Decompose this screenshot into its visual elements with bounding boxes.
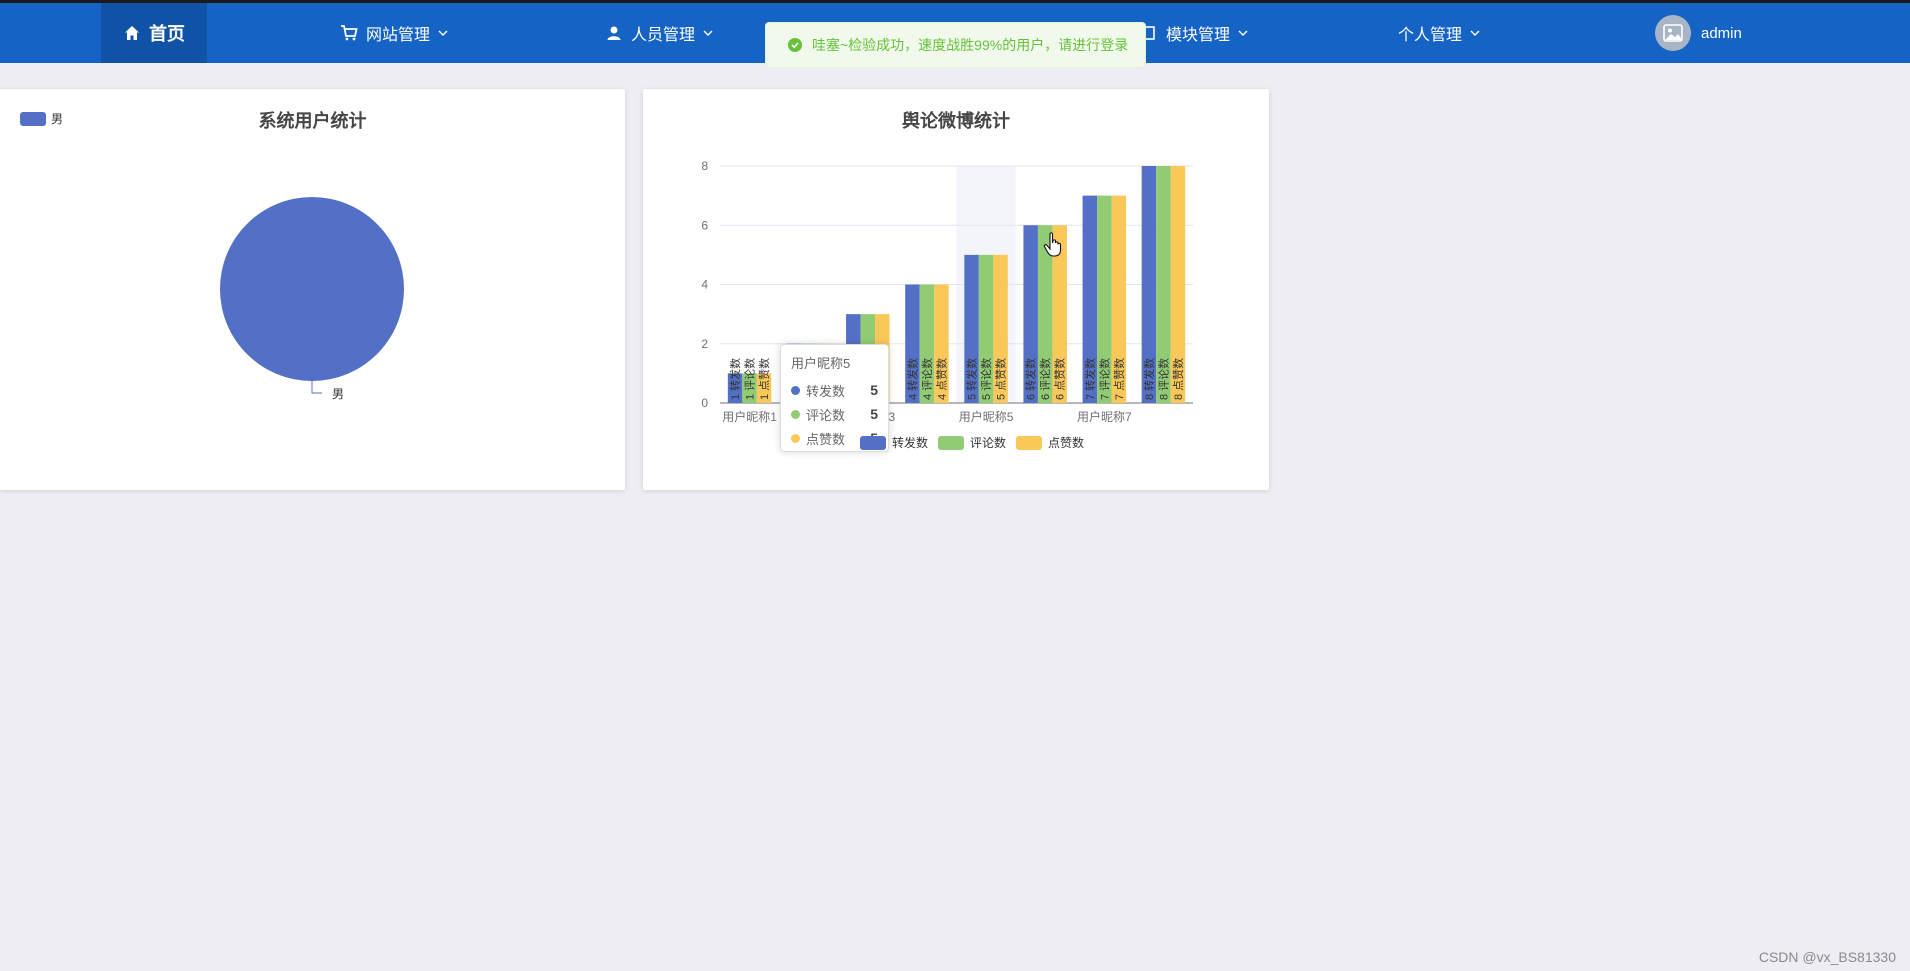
bar-data-label: 8 点赞数 (1172, 358, 1185, 400)
bar-data-label: 4 点赞数 (935, 358, 948, 400)
tooltip-row: 评论数 5 (791, 402, 878, 426)
home-icon (123, 24, 141, 42)
legend-swatch (860, 435, 886, 450)
bar-data-label: 5 点赞数 (995, 358, 1008, 400)
bar-data-label: 7 转发数 (1083, 358, 1097, 400)
series-dot (791, 409, 800, 419)
nav-home-label: 首页 (149, 24, 185, 44)
nav-staff-manage-label: 人员管理 (631, 27, 696, 44)
nav-module-manage[interactable]: 模块管理 (1140, 3, 1248, 63)
bar-data-label: 1 转发数 (728, 358, 742, 400)
nav-website-manage-label: 网站管理 (366, 27, 431, 44)
nav-module-manage-label: 模块管理 (1166, 27, 1231, 44)
legend-label: 点赞数 (1048, 436, 1085, 450)
tooltip-series-value: 5 (870, 382, 878, 398)
chevron-down-icon (438, 29, 448, 37)
bar-data-label: 7 点赞数 (1113, 358, 1126, 400)
tooltip-series-value: 5 (870, 406, 878, 422)
legend-item-forward[interactable]: 转发数 (860, 434, 928, 451)
legend-item-comment[interactable]: 评论数 (938, 434, 1006, 451)
hand-cursor-icon (1043, 232, 1062, 257)
watermark: CSDN @vx_BS81330 (1758, 949, 1896, 965)
bar-data-label: 6 评论数 (1038, 358, 1052, 400)
username: admin (1701, 24, 1742, 42)
success-toast: 哇塞~检验成功，速度战胜99%的用户，请进行登录 (765, 22, 1146, 68)
bar-data-label: 1 评论数 (743, 358, 757, 400)
pie-slice-label: 男 (332, 387, 344, 401)
nav-staff-manage[interactable]: 人员管理 (605, 3, 713, 63)
chevron-down-icon (703, 29, 713, 37)
y-tick-label: 2 (701, 337, 708, 351)
bar-data-label: 5 转发数 (965, 358, 979, 400)
bar-data-label: 4 评论数 (920, 358, 934, 400)
bar-data-label: 6 点赞数 (1054, 358, 1067, 400)
tooltip-series-name: 转发数 (806, 383, 846, 399)
chevron-down-icon (1470, 29, 1480, 37)
check-circle-icon (788, 38, 802, 52)
user-stats-card: 男 系统用户统计 男 (0, 89, 625, 490)
nav-website-manage[interactable]: 网站管理 (340, 3, 448, 63)
x-tick-label: 用户昵称5 (959, 409, 1014, 424)
cart-icon (340, 24, 358, 42)
y-tick-label: 6 (701, 218, 708, 232)
user-icon (605, 24, 623, 42)
x-tick-label: 用户昵称1 (722, 409, 777, 424)
tooltip-row: 转发数 5 (791, 378, 878, 402)
pie-chart: 男 (220, 197, 404, 401)
x-tick-label: 用户昵称7 (1077, 409, 1132, 424)
series-dot (791, 385, 800, 395)
bar-data-label: 8 转发数 (1142, 358, 1156, 400)
tooltip-title: 用户昵称5 (791, 356, 851, 371)
legend-item-like[interactable]: 点赞数 (1016, 434, 1084, 451)
series-dot (791, 433, 800, 443)
avatar (1655, 15, 1691, 51)
y-tick-label: 4 (701, 278, 708, 292)
bar-data-label: 1 点赞数 (758, 358, 771, 400)
legend-swatch (1016, 435, 1043, 450)
pie-slice-male[interactable] (220, 197, 404, 381)
bar-data-label: 7 评论数 (1097, 358, 1111, 400)
nav-home[interactable]: 首页 (101, 3, 207, 63)
y-tick-label: 8 (701, 159, 708, 173)
legend-swatch (938, 435, 965, 450)
bar-chart: 024681 转发数1 评论数1 点赞数2 转发数2 评论数2 点赞数3 转发数… (701, 159, 1193, 424)
bar-data-label: 6 转发数 (1024, 358, 1038, 400)
y-tick-label: 0 (701, 396, 708, 410)
bar-data-label: 5 评论数 (979, 358, 993, 400)
chevron-down-icon (1238, 29, 1248, 37)
bar-data-label: 8 评论数 (1156, 358, 1170, 400)
toast-message: 哇塞~检验成功，速度战胜99%的用户，请进行登录 (812, 37, 1129, 53)
legend-label: 评论数 (970, 436, 1007, 450)
tooltip-series-name: 评论数 (806, 407, 846, 423)
user-menu[interactable]: admin (1655, 3, 1742, 63)
nav-personal-manage[interactable]: 个人管理 (1398, 3, 1480, 63)
bar-chart-legend: 转发数 评论数 点赞数 (860, 434, 1094, 451)
bar-data-label: 4 转发数 (905, 358, 919, 400)
legend-label: 转发数 (892, 436, 929, 450)
nav-personal-manage-label: 个人管理 (1398, 27, 1463, 44)
image-placeholder-icon (1663, 24, 1683, 42)
pie-label-line (311, 381, 322, 394)
